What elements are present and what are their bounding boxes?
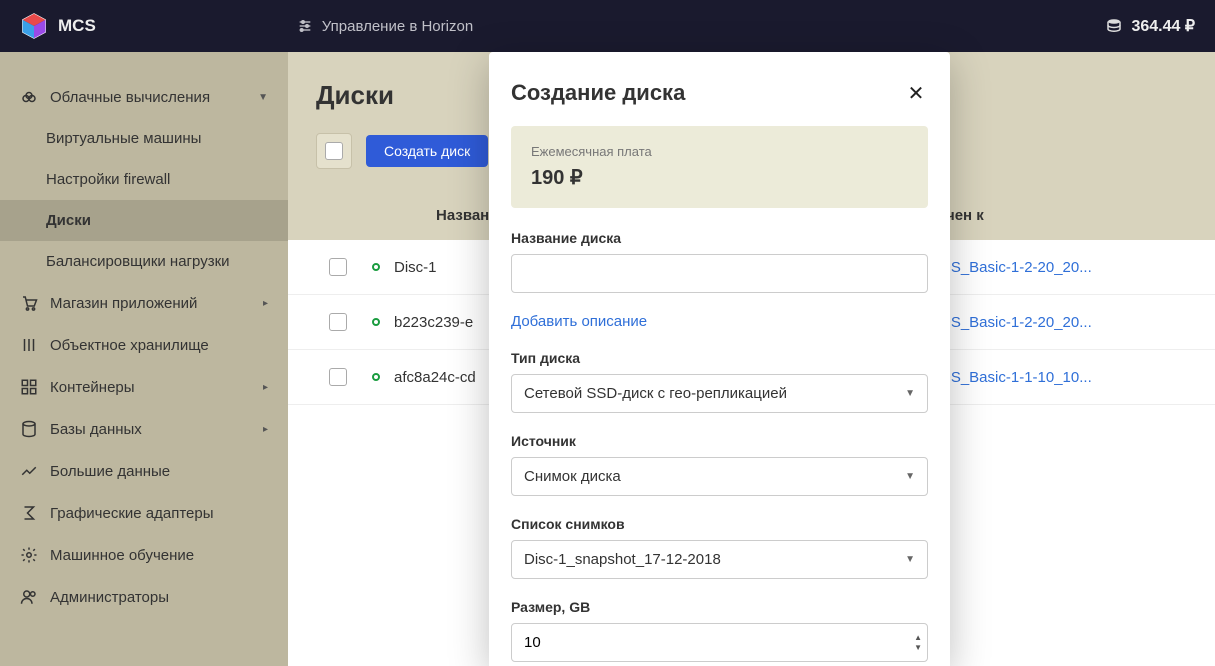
top-bar: MCS Управление в Horizon 364.44 ₽	[0, 0, 1215, 52]
sliders-icon	[296, 17, 314, 35]
cloud-icon	[20, 88, 38, 106]
disk-name-input[interactable]	[511, 254, 928, 293]
source-value: Снимок диска	[524, 468, 621, 485]
sidebar-item-cloud[interactable]: Облачные вычисления ▼	[0, 76, 288, 118]
sidebar-label: Контейнеры	[50, 379, 135, 396]
price-label: Ежемесячная плата	[531, 144, 908, 159]
chevron-down-icon: ▼	[905, 554, 915, 565]
cube-icon	[20, 12, 48, 40]
attached-link[interactable]: tOS_Basic-1-2-20_20...	[935, 259, 1195, 276]
add-description-link[interactable]: Добавить описание	[511, 313, 647, 330]
sidebar-item-disks[interactable]: Диски	[0, 200, 288, 241]
brand-text: MCS	[58, 16, 96, 36]
select-all-wrap[interactable]	[316, 133, 352, 169]
sidebar-label: Магазин приложений	[50, 295, 197, 312]
database-icon	[20, 420, 38, 438]
sidebar-label: Большие данные	[50, 463, 170, 480]
sidebar-item-gpu[interactable]: Графические адаптеры	[0, 492, 288, 534]
sidebar-item-vms[interactable]: Виртуальные машины	[0, 118, 288, 159]
close-icon[interactable]: ✕	[904, 81, 928, 105]
horizon-link[interactable]: Управление в Horizon	[296, 17, 473, 35]
disk-name: b223c239-e	[394, 314, 473, 331]
disk-name-label: Название диска	[511, 230, 928, 246]
sidebar-item-admins[interactable]: Администраторы	[0, 576, 288, 618]
row-checkbox[interactable]	[329, 258, 347, 276]
status-dot-icon	[372, 318, 380, 326]
balance-display[interactable]: 364.44 ₽	[1105, 16, 1195, 36]
snapshots-select[interactable]: Disc-1_snapshot_17-12-2018 ▼	[511, 540, 928, 579]
status-dot-icon	[372, 373, 380, 381]
select-all-checkbox[interactable]	[325, 142, 343, 160]
attached-link[interactable]: tOS_Basic-1-2-20_20...	[935, 314, 1195, 331]
source-label: Источник	[511, 433, 928, 449]
snapshots-value: Disc-1_snapshot_17-12-2018	[524, 551, 721, 568]
disk-type-value: Сетевой SSD-диск с гео-репликацией	[524, 385, 787, 402]
sigma-icon	[20, 504, 38, 522]
horizon-label: Управление в Horizon	[322, 18, 473, 35]
gear-icon	[20, 546, 38, 564]
chevron-right-icon: ▸	[263, 298, 268, 309]
sidebar-label: Администраторы	[50, 589, 169, 606]
sidebar-item-firewall[interactable]: Настройки firewall	[0, 159, 288, 200]
sidebar-label: Балансировщики нагрузки	[46, 253, 230, 270]
price-value: 190 ₽	[531, 165, 908, 190]
row-checkbox[interactable]	[329, 313, 347, 331]
sidebar-item-bigdata[interactable]: Большие данные	[0, 450, 288, 492]
source-select[interactable]: Снимок диска ▼	[511, 457, 928, 496]
chevron-right-icon: ▸	[263, 382, 268, 393]
balance-value: 364.44 ₽	[1131, 16, 1195, 36]
sidebar-item-object-storage[interactable]: Объектное хранилище	[0, 324, 288, 366]
disk-type-label: Тип диска	[511, 350, 928, 366]
chevron-down-icon: ▼	[258, 92, 268, 103]
snapshots-label: Список снимков	[511, 516, 928, 532]
sidebar-label: Виртуальные машины	[46, 130, 201, 147]
chevron-down-icon: ▼	[905, 471, 915, 482]
sidebar: Облачные вычисления ▼ Виртуальные машины…	[0, 52, 288, 666]
create-disk-button[interactable]: Создать диск	[366, 135, 488, 167]
brand-logo[interactable]: MCS	[20, 12, 96, 40]
sidebar-label: Настройки firewall	[46, 171, 170, 188]
sidebar-item-loadbalancers[interactable]: Балансировщики нагрузки	[0, 241, 288, 282]
coins-icon	[1105, 17, 1123, 35]
sidebar-item-ml[interactable]: Машинное обучение	[0, 534, 288, 576]
sidebar-label: Объектное хранилище	[50, 337, 209, 354]
status-dot-icon	[372, 263, 380, 271]
attached-link[interactable]: tOS_Basic-1-1-10_10...	[935, 369, 1195, 386]
size-input[interactable]	[511, 623, 928, 662]
number-spinner[interactable]: ▲▼	[914, 634, 922, 652]
chevron-down-icon: ▼	[905, 388, 915, 399]
sidebar-label: Диски	[46, 212, 91, 229]
sidebar-label: Машинное обучение	[50, 547, 194, 564]
modal-title: Создание диска	[511, 80, 685, 106]
disk-name: afc8a24c-cd	[394, 369, 476, 386]
chart-icon	[20, 462, 38, 480]
cart-icon	[20, 294, 38, 312]
chevron-right-icon: ▸	[263, 424, 268, 435]
create-disk-modal: Создание диска ✕ Ежемесячная плата 190 ₽…	[489, 52, 950, 666]
sidebar-item-databases[interactable]: Базы данных ▸	[0, 408, 288, 450]
grid-icon	[20, 378, 38, 396]
sidebar-label: Базы данных	[50, 421, 142, 438]
spin-down-icon[interactable]: ▼	[914, 644, 922, 652]
users-icon	[20, 588, 38, 606]
sidebar-label: Облачные вычисления	[50, 89, 210, 106]
disk-name: Disc-1	[394, 259, 437, 276]
size-label: Размер, GB	[511, 599, 928, 615]
storage-icon	[20, 336, 38, 354]
row-checkbox[interactable]	[329, 368, 347, 386]
disk-type-select[interactable]: Сетевой SSD-диск с гео-репликацией ▼	[511, 374, 928, 413]
sidebar-label: Графические адаптеры	[50, 505, 214, 522]
spin-up-icon[interactable]: ▲	[914, 634, 922, 642]
sidebar-item-appstore[interactable]: Магазин приложений ▸	[0, 282, 288, 324]
price-box: Ежемесячная плата 190 ₽	[511, 126, 928, 208]
sidebar-item-containers[interactable]: Контейнеры ▸	[0, 366, 288, 408]
